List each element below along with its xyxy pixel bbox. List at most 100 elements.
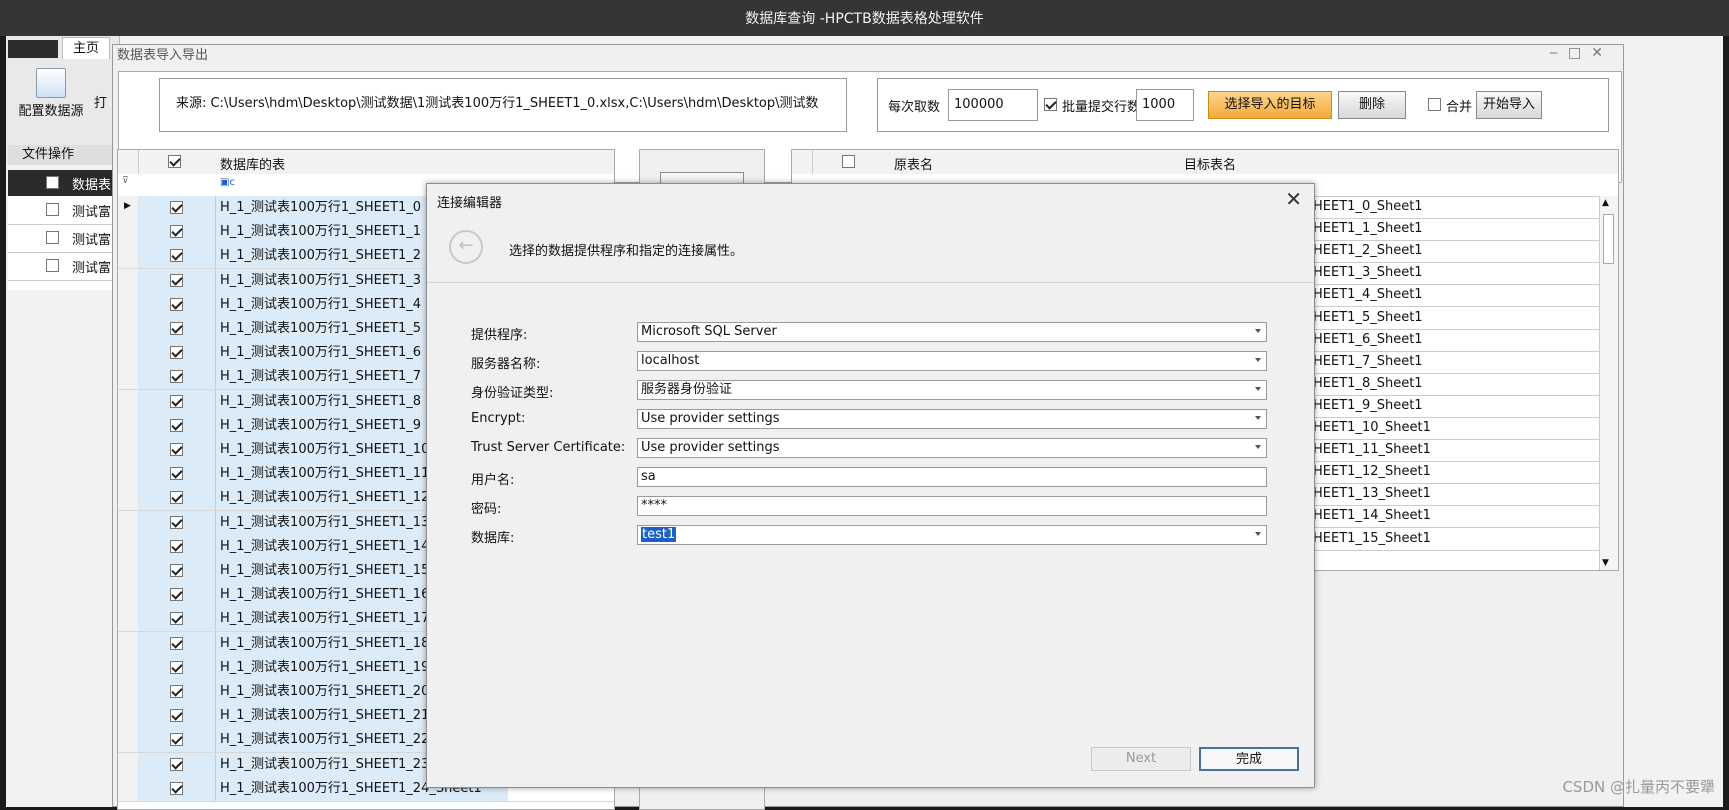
row-checkbox-cell[interactable] xyxy=(138,244,216,269)
row-checkbox-cell[interactable] xyxy=(138,704,216,729)
row-indicator[interactable] xyxy=(118,317,139,341)
row-checkbox[interactable] xyxy=(170,781,183,795)
row-checkbox[interactable] xyxy=(170,660,183,674)
tab-home[interactable]: 主页 xyxy=(62,37,110,59)
scroll-thumb[interactable] xyxy=(1603,214,1614,264)
row-checkbox[interactable] xyxy=(46,203,59,216)
row-checkbox-cell[interactable] xyxy=(138,389,216,414)
row-indicator[interactable] xyxy=(118,292,139,317)
row-indicator[interactable] xyxy=(118,559,139,583)
mapping-select-all-checkbox[interactable] xyxy=(842,155,855,168)
row-indicator[interactable] xyxy=(118,413,139,438)
row-checkbox[interactable] xyxy=(170,709,183,723)
row-checkbox[interactable] xyxy=(170,273,183,287)
row-checkbox[interactable] xyxy=(170,322,183,335)
row-checkbox[interactable] xyxy=(170,249,183,263)
row-indicator[interactable] xyxy=(118,244,139,269)
scroll-up-icon[interactable]: ▲ xyxy=(1602,198,1609,208)
row-indicator[interactable] xyxy=(118,776,139,801)
row-checkbox[interactable] xyxy=(170,757,183,771)
row-checkbox-cell[interactable] xyxy=(138,728,216,753)
window-controls[interactable]: ‒□✕ xyxy=(1549,45,1613,61)
row-indicator[interactable] xyxy=(118,704,139,729)
close-icon[interactable]: ✕ xyxy=(1285,188,1302,210)
row-indicator[interactable] xyxy=(118,680,139,704)
chevron-down-icon[interactable] xyxy=(1255,416,1261,420)
row-checkbox[interactable] xyxy=(170,297,183,311)
encrypt-select[interactable]: Use provider settings xyxy=(637,409,1267,429)
row-checkbox[interactable] xyxy=(170,443,183,456)
row-checkbox[interactable] xyxy=(170,588,183,602)
row-checkbox-cell[interactable] xyxy=(138,510,216,535)
chevron-down-icon[interactable] xyxy=(1255,329,1261,333)
row-indicator[interactable] xyxy=(118,607,139,632)
row-checkbox-cell[interactable] xyxy=(138,680,216,704)
provider-select[interactable]: Microsoft SQL Server xyxy=(637,322,1267,342)
row-checkbox[interactable] xyxy=(170,564,183,577)
row-checkbox-cell[interactable] xyxy=(138,268,216,293)
list-item[interactable]: 测试富 xyxy=(8,196,112,225)
row-checkbox-cell[interactable] xyxy=(138,607,216,632)
select-all-checkbox[interactable] xyxy=(46,176,59,189)
row-checkbox-cell[interactable] xyxy=(138,655,216,680)
start-import-button[interactable]: 开始导入 xyxy=(1476,91,1542,119)
row-checkbox-cell[interactable] xyxy=(138,776,216,801)
merge-checkbox[interactable] xyxy=(1428,98,1441,111)
scroll-down-icon[interactable]: ▼ xyxy=(1602,558,1609,568)
row-indicator[interactable] xyxy=(118,534,139,559)
username-input[interactable]: sa xyxy=(637,467,1267,487)
ribbon-app-tab[interactable] xyxy=(8,40,58,58)
next-button[interactable]: Next xyxy=(1091,747,1191,771)
chevron-down-icon[interactable] xyxy=(1255,358,1261,362)
batch-commit-input[interactable]: 1000 xyxy=(1136,89,1194,121)
row-checkbox-cell[interactable] xyxy=(138,752,216,777)
row-checkbox[interactable] xyxy=(170,612,183,626)
row-checkbox[interactable] xyxy=(170,201,183,214)
row-indicator[interactable]: ▶ xyxy=(118,196,139,220)
row-indicator[interactable] xyxy=(118,220,139,245)
row-indicator[interactable] xyxy=(118,389,139,414)
row-checkbox-cell[interactable] xyxy=(138,220,216,245)
row-indicator[interactable] xyxy=(118,510,139,535)
row-checkbox-cell[interactable] xyxy=(138,413,216,438)
row-checkbox-cell[interactable] xyxy=(138,292,216,317)
config-datasource-button[interactable]: 配置数据源 xyxy=(12,68,90,128)
row-checkbox[interactable] xyxy=(170,515,183,529)
row-checkbox-cell[interactable] xyxy=(138,486,216,511)
row-indicator[interactable] xyxy=(118,365,139,390)
batch-commit-checkbox[interactable] xyxy=(1044,98,1057,111)
list-item[interactable]: 测试富 xyxy=(8,224,112,253)
per-fetch-input[interactable]: 100000 xyxy=(948,89,1038,121)
back-arrow-icon[interactable]: ← xyxy=(449,230,483,264)
row-checkbox[interactable] xyxy=(170,491,183,505)
database-select[interactable]: test1 xyxy=(637,525,1267,545)
row-checkbox-cell[interactable] xyxy=(138,196,216,220)
finish-button[interactable]: 完成 xyxy=(1199,747,1299,771)
row-checkbox[interactable] xyxy=(46,259,59,272)
row-indicator[interactable] xyxy=(118,655,139,680)
chevron-down-icon[interactable] xyxy=(1255,387,1261,391)
ribbon-partial-button[interactable]: 打 xyxy=(94,92,107,111)
row-checkbox[interactable] xyxy=(170,370,183,384)
row-indicator[interactable] xyxy=(118,486,139,511)
row-indicator[interactable] xyxy=(118,728,139,753)
row-checkbox[interactable] xyxy=(170,685,183,698)
row-checkbox-cell[interactable] xyxy=(138,534,216,559)
chevron-down-icon[interactable] xyxy=(1255,445,1261,449)
mapping-scrollbar[interactable]: ▲ ▼ xyxy=(1599,196,1618,570)
password-input[interactable]: **** xyxy=(637,496,1267,516)
row-indicator[interactable] xyxy=(118,438,139,462)
row-checkbox[interactable] xyxy=(170,394,183,408)
row-indicator[interactable] xyxy=(118,268,139,293)
list-item[interactable]: 测试富 xyxy=(8,252,112,281)
auth-select[interactable]: 服务器身份验证 xyxy=(637,380,1267,400)
row-checkbox[interactable] xyxy=(170,418,183,432)
row-checkbox[interactable] xyxy=(170,733,183,747)
row-checkbox[interactable] xyxy=(46,231,59,244)
row-checkbox-cell[interactable] xyxy=(138,317,216,341)
row-checkbox-cell[interactable] xyxy=(138,438,216,462)
row-checkbox[interactable] xyxy=(170,539,183,553)
row-checkbox[interactable] xyxy=(170,636,183,650)
row-checkbox[interactable] xyxy=(170,467,183,481)
server-select[interactable]: localhost xyxy=(637,351,1267,371)
